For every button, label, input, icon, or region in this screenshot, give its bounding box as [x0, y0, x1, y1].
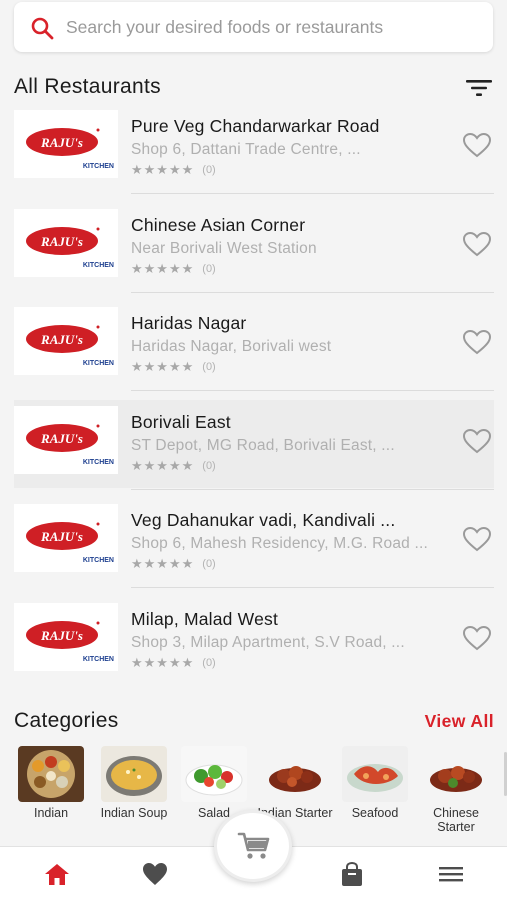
star-rating-icon: ★★★★★ [131, 260, 195, 276]
logo-subtext: KITCHEN [83, 360, 114, 367]
restaurant-rating: ★★★★★ (0) [131, 458, 216, 474]
row-divider [131, 587, 494, 589]
logo-text: RAJU's [40, 135, 83, 150]
restaurant-row[interactable]: RAJU's KITCHEN Milap, Malad West Shop 3,… [14, 597, 494, 696]
seafood-icon [342, 746, 408, 802]
rating-count: (0) [202, 262, 216, 275]
restaurant-name: Chinese Asian Corner [131, 214, 306, 235]
restaurant-row[interactable]: RAJU's KITCHEN Borivali East ST Depot, M… [14, 399, 494, 499]
logo-subtext: KITCHEN [83, 262, 114, 269]
favorite-heart-icon[interactable] [462, 428, 492, 454]
logo-subtext: KITCHEN [83, 656, 114, 663]
filter-icon[interactable] [466, 78, 492, 98]
rating-count: (0) [202, 558, 216, 571]
starter-dish-icon [262, 746, 328, 802]
logo-subtext: KITCHEN [83, 163, 114, 170]
restaurant-name: Milap, Malad West [131, 608, 279, 629]
rating-count: (0) [202, 361, 216, 374]
categories-header: Categories View All [14, 706, 494, 736]
salad-icon [181, 746, 247, 802]
star-rating-icon: ★★★★★ [131, 556, 195, 572]
star-rating-icon: ★★★★★ [131, 162, 195, 177]
restaurant-address: Shop 6, Dattani Trade Centre, ... [131, 141, 361, 158]
restaurant-address: ST Depot, MG Road, Borivali East, ... [131, 436, 395, 454]
favorite-heart-icon[interactable] [462, 526, 492, 552]
restaurant-rating: ★★★★★ (0) [131, 162, 216, 178]
search-bar-container [0, 0, 507, 62]
favorite-heart-icon[interactable] [462, 625, 492, 651]
menu-icon[interactable] [437, 861, 465, 887]
search-icon[interactable] [30, 16, 54, 40]
soup-bowl-icon [101, 746, 167, 802]
row-divider [131, 390, 494, 392]
restaurant-rating: ★★★★★ (0) [131, 556, 216, 572]
home-icon[interactable] [43, 861, 71, 887]
restaurant-list: RAJU's KITCHEN Pure Veg Chandarwarkar Ro… [14, 104, 494, 696]
favorite-heart-icon[interactable] [462, 329, 492, 355]
restaurant-logo: RAJU's KITCHEN [14, 110, 118, 178]
category-label: Indian [33, 806, 69, 820]
restaurant-rating: ★★★★★ (0) [131, 261, 216, 277]
category-label: Indian Soup [100, 806, 168, 820]
row-divider [131, 193, 494, 194]
restaurant-name: Haridas Nagar [131, 313, 247, 334]
rating-count: (0) [202, 164, 216, 176]
category-label: Chinese Starter [433, 806, 479, 834]
restaurant-name: Veg Dahanukar vadi, Kandivali ... [131, 510, 396, 531]
restaurant-row[interactable]: RAJU's KITCHEN Chinese Asian Corner Near… [14, 203, 494, 302]
restaurant-logo: RAJU's KITCHEN [14, 208, 118, 277]
favorite-heart-icon[interactable] [462, 132, 492, 158]
logo-subtext: KITCHEN [83, 459, 114, 466]
restaurant-row[interactable]: RAJU's KITCHEN Pure Veg Chandarwarkar Ro… [14, 104, 494, 203]
restaurant-name: Borivali East [131, 411, 231, 432]
rating-count: (0) [202, 459, 216, 472]
restaurant-logo: RAJU's KITCHEN [14, 405, 118, 474]
restaurants-header: All Restaurants [14, 72, 494, 102]
star-rating-icon: ★★★★★ [131, 457, 195, 473]
category-indian-starter[interactable]: Indian Starter [255, 746, 335, 820]
row-divider [131, 291, 494, 293]
restaurant-logo: RAJU's KITCHEN [14, 602, 118, 671]
restaurant-address: Haridas Nagar, Borivali west [131, 338, 332, 356]
row-divider [131, 488, 494, 490]
restaurant-row[interactable]: RAJU's KITCHEN Haridas Nagar Haridas Nag… [14, 301, 494, 400]
restaurant-logo: RAJU's KITCHEN [14, 307, 118, 376]
logo-text: RAJU's [40, 529, 83, 544]
search-input[interactable] [66, 10, 476, 44]
thali-food-icon [18, 746, 84, 802]
chinese-starter-icon [423, 746, 489, 802]
bag-icon[interactable] [338, 861, 366, 887]
category-label: Seafood [351, 806, 399, 820]
restaurant-logo: RAJU's KITCHEN [14, 504, 118, 573]
restaurant-address: Shop 6, Mahesh Residency, M.G. Road ... [131, 535, 428, 553]
heart-icon[interactable] [141, 861, 169, 887]
logo-subtext: KITCHEN [83, 557, 114, 564]
logo-text: RAJU's [40, 628, 83, 643]
logo-text: RAJU's [40, 431, 83, 446]
category-indian-soup[interactable]: Indian Soup [94, 746, 174, 820]
restaurant-address: Near Borivali West Station [131, 239, 317, 257]
logo-text: RAJU's [40, 234, 83, 249]
cart-button[interactable] [214, 810, 292, 882]
star-rating-icon: ★★★★★ [131, 654, 195, 670]
section-title-categories: Categories [14, 709, 119, 732]
category-seafood[interactable]: Seafood [335, 746, 415, 820]
rating-count: (0) [202, 656, 216, 669]
star-rating-icon: ★★★★★ [131, 359, 195, 375]
favorite-heart-icon[interactable] [462, 231, 492, 257]
category-salad[interactable]: Salad [174, 746, 254, 820]
cart-icon [237, 832, 270, 859]
section-title-all-restaurants: All Restaurants [14, 75, 161, 98]
restaurant-address: Shop 3, Milap Apartment, S.V Road, ... [131, 633, 405, 651]
search-box[interactable] [14, 2, 493, 52]
category-indian[interactable]: Indian [11, 746, 91, 820]
logo-text: RAJU's [40, 332, 83, 347]
restaurant-rating: ★★★★★ (0) [131, 359, 216, 375]
category-chinese-starter[interactable]: Chinese Starter [416, 746, 496, 834]
restaurant-rating: ★★★★★ (0) [131, 655, 216, 671]
view-all-link[interactable]: View All [425, 706, 494, 736]
restaurant-row[interactable]: RAJU's KITCHEN Veg Dahanukar vadi, Kandi… [14, 498, 494, 597]
restaurant-name: Pure Veg Chandarwarkar Road [131, 116, 380, 136]
